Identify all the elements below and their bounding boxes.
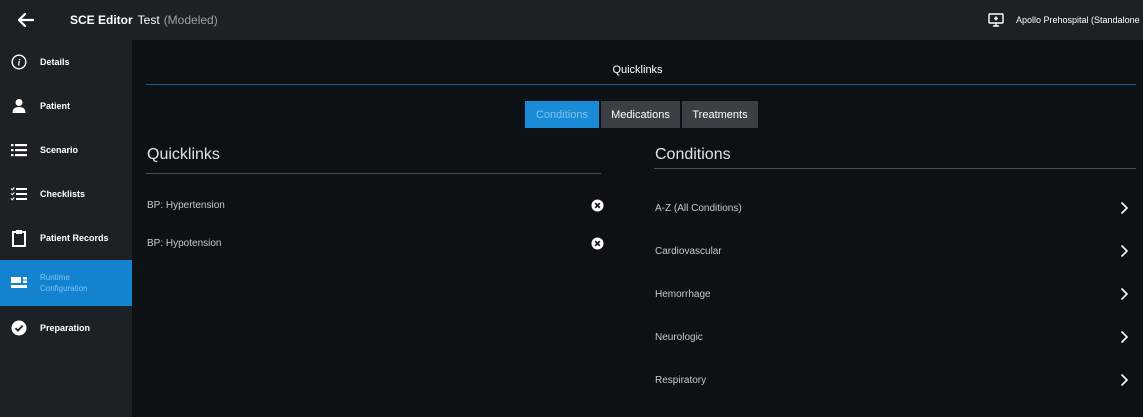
- condition-category-row[interactable]: Respiratory: [655, 369, 1131, 391]
- sidebar: i Details Patient Scenario Checklists Pa…: [0, 40, 132, 417]
- condition-category-row[interactable]: Neurologic: [655, 326, 1131, 348]
- conditions-title: Conditions: [655, 146, 731, 163]
- condition-category-label: A-Z (All Conditions): [655, 202, 742, 214]
- list-item[interactable]: BP: Hypotension: [147, 233, 604, 253]
- close-circle-icon: [590, 198, 604, 212]
- sidebar-item-checklists[interactable]: Checklists: [0, 172, 132, 216]
- tab-medications[interactable]: Medications: [601, 101, 680, 128]
- condition-category-label: Neurologic: [655, 331, 703, 343]
- monitor-icon: [986, 10, 1006, 30]
- document-title: Test: [137, 13, 160, 27]
- close-circle-icon: [590, 236, 604, 250]
- sidebar-item-label: Details: [40, 56, 70, 67]
- sidebar-item-label: Runtime Configuration: [40, 273, 88, 293]
- quicklink-label: BP: Hypertension: [147, 199, 225, 211]
- sidebar-item-label: Patient: [40, 100, 71, 111]
- document-status: (Modeled): [163, 13, 218, 27]
- condition-category-label: Cardiovascular: [655, 245, 722, 257]
- clipboard-icon: [10, 229, 28, 247]
- condition-category-row[interactable]: Cardiovascular: [655, 240, 1131, 262]
- sidebar-item-scenario[interactable]: Scenario: [0, 128, 132, 172]
- person-icon: [10, 97, 28, 115]
- check-circle-icon: [10, 319, 28, 337]
- sidebar-item-label: Preparation: [40, 322, 91, 333]
- main-content: Quicklinks Conditions Medications Treatm…: [132, 40, 1143, 417]
- remove-quicklink-button[interactable]: [590, 198, 604, 212]
- tab-treatments[interactable]: Treatments: [682, 101, 758, 128]
- chevron-right-icon: [1117, 200, 1131, 216]
- svg-text:i: i: [18, 58, 21, 68]
- sidebar-item-patient-records[interactable]: Patient Records: [0, 216, 132, 260]
- chevron-right-icon: [1117, 329, 1131, 345]
- sidebar-item-details[interactable]: i Details: [0, 40, 132, 84]
- sidebar-item-preparation[interactable]: Preparation: [0, 306, 132, 350]
- sidebar-item-patient[interactable]: Patient: [0, 84, 132, 128]
- tab-conditions[interactable]: Conditions: [525, 101, 599, 128]
- chevron-right-icon: [1117, 372, 1131, 388]
- quicklinks-title: Quicklinks: [147, 146, 220, 163]
- tab-bar: Conditions Medications Treatments: [525, 101, 760, 128]
- sidebar-item-label: Patient Records: [40, 232, 109, 243]
- info-icon: i: [10, 53, 28, 71]
- sidebar-item-label: Checklists: [40, 188, 86, 199]
- checklist-icon: [10, 185, 28, 203]
- sidebar-item-label: Scenario: [40, 144, 79, 155]
- config-icon: [10, 274, 28, 292]
- device-selector[interactable]: Apollo Prehospital (Standalone: [986, 0, 1143, 40]
- top-bar: SCE Editor Test (Modeled) Apollo Prehosp…: [0, 0, 1143, 40]
- list-item[interactable]: BP: Hypertension: [147, 195, 604, 215]
- list-icon: [10, 141, 28, 159]
- sidebar-item-runtime-configuration[interactable]: Runtime Configuration: [0, 260, 132, 306]
- remove-quicklink-button[interactable]: [590, 236, 604, 250]
- heading-divider: [146, 84, 1136, 85]
- app-title: SCE Editor: [70, 13, 133, 27]
- device-name: Apollo Prehospital (Standalone: [1016, 15, 1140, 25]
- condition-category-label: Respiratory: [655, 374, 707, 386]
- back-button[interactable]: [6, 0, 46, 40]
- page-title: Quicklinks: [612, 64, 663, 76]
- chevron-right-icon: [1117, 243, 1131, 259]
- chevron-right-icon: [1117, 286, 1131, 302]
- condition-category-label: Hemorrhage: [655, 288, 711, 300]
- quicklink-label: BP: Hypotension: [147, 237, 222, 249]
- arrow-left-icon: [18, 13, 34, 27]
- condition-category-row[interactable]: A-Z (All Conditions): [655, 197, 1131, 219]
- quicklinks-divider: [146, 173, 601, 174]
- condition-category-row[interactable]: Hemorrhage: [655, 283, 1131, 305]
- conditions-divider: [654, 168, 1136, 169]
